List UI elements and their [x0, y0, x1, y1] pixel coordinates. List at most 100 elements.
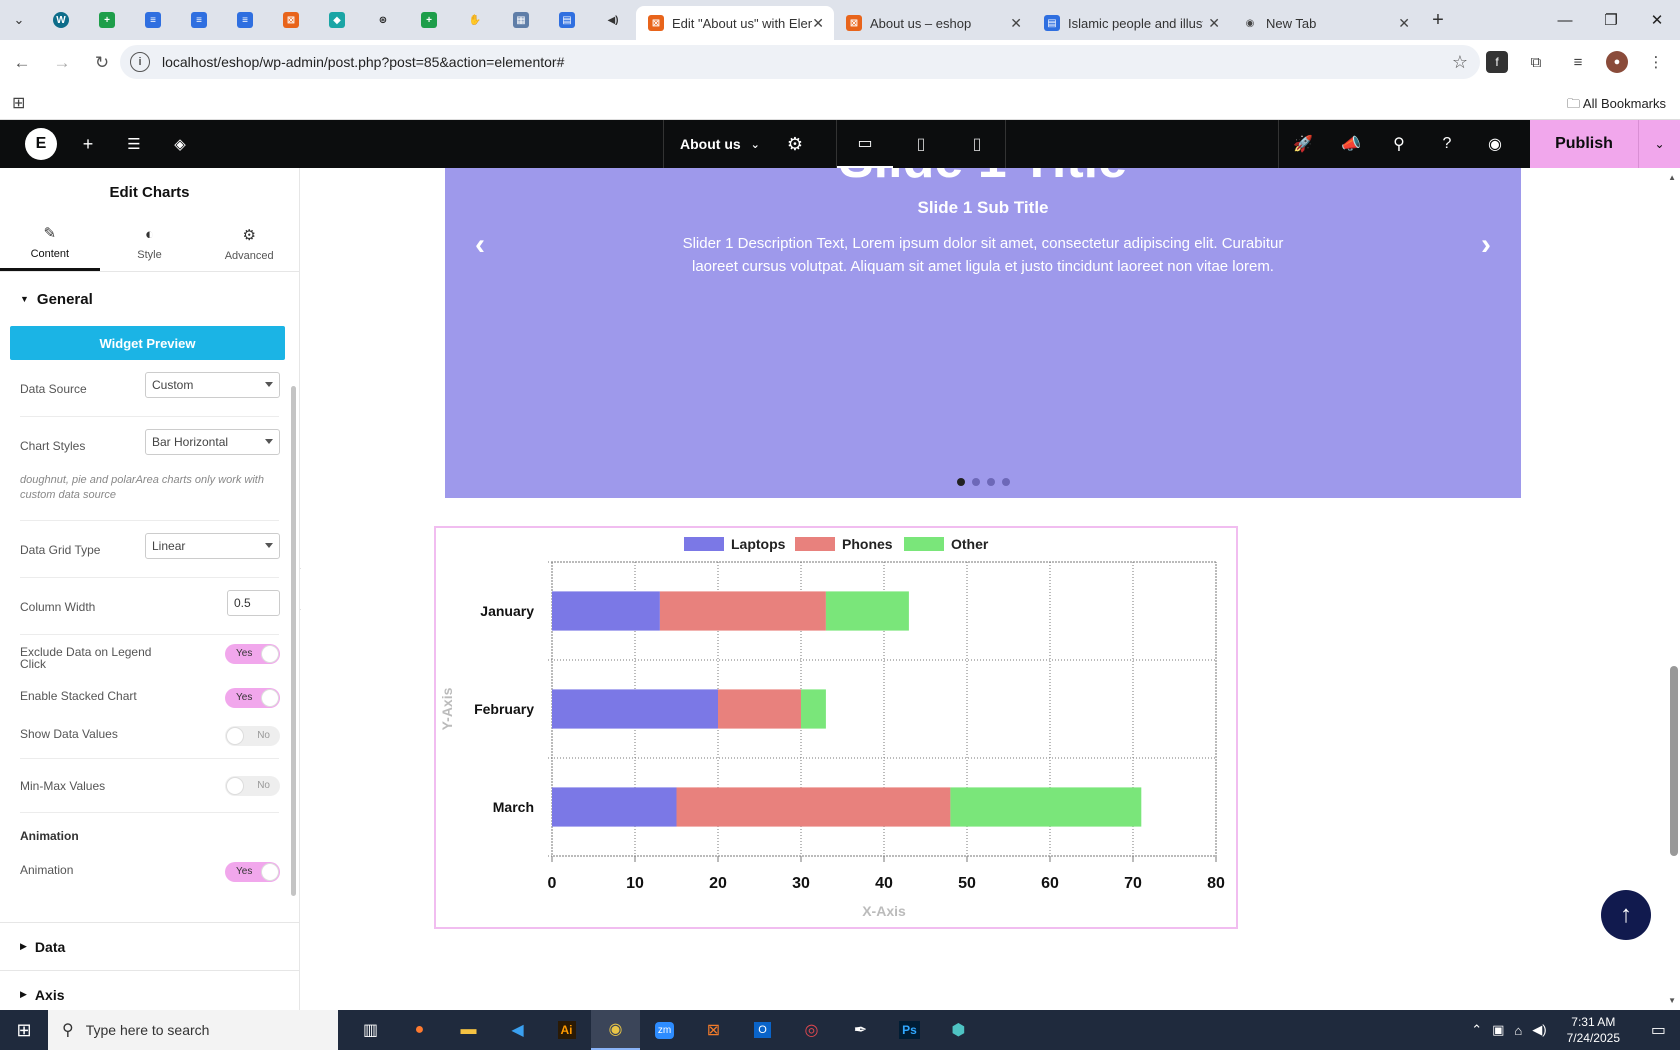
site-info-icon[interactable]: i [130, 52, 150, 72]
url-bar[interactable]: i localhost/eshop/wp-admin/post.php?post… [120, 45, 1480, 79]
data-source-select[interactable]: Custom [145, 372, 280, 398]
panel-scrollbar[interactable] [291, 386, 296, 896]
tab-islamic-people[interactable]: ▤ Islamic people and illustrations ✕ [1032, 6, 1230, 40]
pinned-tab-sheets[interactable]: + [84, 0, 130, 40]
show-values-toggle[interactable]: No [225, 726, 280, 746]
structure-layers-icon[interactable]: ◈ [168, 132, 192, 156]
chart-styles-select[interactable]: Bar Horizontal [145, 429, 280, 455]
page-settings-gear-icon[interactable]: ⚙ [783, 132, 807, 156]
volume-icon[interactable]: ◀) [1532, 1022, 1546, 1038]
app-diamond-icon[interactable]: ⬢ [934, 1010, 983, 1050]
tab-about-us[interactable]: ⊠ About us – eshop ✕ [834, 6, 1032, 40]
close-tab-icon[interactable]: ✕ [1208, 15, 1220, 32]
close-tab-icon[interactable]: ✕ [1010, 15, 1022, 32]
tab-style[interactable]: ◐ Style [100, 216, 200, 271]
pinned-tab-wordpress[interactable]: W [38, 0, 84, 40]
page-selector[interactable]: About us ⌄ [663, 120, 760, 168]
pinned-tab-audio[interactable]: ◀) [590, 0, 636, 40]
site-settings-icon[interactable]: ☰ [122, 132, 146, 156]
preview-eye-icon[interactable]: ◉ [1471, 120, 1519, 168]
forward-icon[interactable]: → [44, 45, 80, 81]
extensions-puzzle-icon[interactable]: ⧉ [1522, 48, 1550, 76]
all-bookmarks[interactable]: 🗀 All Bookmarks [1567, 95, 1666, 117]
elementor-logo-icon[interactable]: E [25, 128, 57, 160]
back-to-top-button[interactable]: ↑ [1601, 890, 1651, 940]
mobile-icon[interactable]: ▯ [949, 120, 1005, 168]
notifications-megaphone-icon[interactable]: 📣 [1327, 120, 1375, 168]
scroll-up-arrow-icon[interactable]: ▲ [1668, 173, 1676, 182]
illustrator-icon[interactable]: Ai [542, 1010, 591, 1050]
tab-search-button[interactable]: ⌄ [0, 0, 38, 40]
photoshop-icon[interactable]: Ps [885, 1010, 934, 1050]
slider-prev-arrow-icon[interactable]: ‹ [475, 228, 485, 262]
file-explorer-icon[interactable]: ▬ [444, 1010, 493, 1050]
stacked-chart-toggle[interactable]: Yes [225, 688, 280, 708]
section-general-header[interactable]: ▼ General [0, 272, 299, 326]
restore-icon[interactable]: ❐ [1588, 0, 1634, 40]
animation-toggle[interactable]: Yes [225, 862, 280, 882]
section-axis-header[interactable]: ▶ Axis [0, 970, 299, 1010]
pen-tool-icon[interactable]: ✒ [836, 1010, 885, 1050]
add-element-icon[interactable]: + [76, 132, 100, 156]
tab-advanced[interactable]: ⚙ Advanced [199, 216, 299, 271]
canvas-scrollbar[interactable] [1670, 666, 1678, 856]
rocket-icon[interactable]: 🚀 [1279, 120, 1327, 168]
profile-avatar[interactable]: ● [1606, 51, 1628, 73]
slider-dot[interactable] [1001, 478, 1010, 486]
pinned-tab-generic[interactable]: ◆ [314, 0, 360, 40]
widget-preview-button[interactable]: Widget Preview [10, 326, 285, 360]
media-control-icon[interactable]: ≡ [1564, 48, 1592, 76]
clock[interactable]: 7:31 AM 7/24/2025 [1567, 1014, 1620, 1046]
exclude-legend-toggle[interactable]: Yes [225, 644, 280, 664]
section-data-header[interactable]: ▶ Data [0, 922, 299, 970]
new-tab-button[interactable]: + [1420, 9, 1456, 32]
back-icon[interactable]: ← [4, 45, 40, 81]
slider-dot[interactable] [956, 478, 965, 486]
chrome-icon[interactable]: ◉ [591, 1010, 640, 1050]
vscode-icon[interactable]: ◀ [493, 1010, 542, 1050]
scroll-down-arrow-icon[interactable]: ▼ [1668, 996, 1676, 1005]
slider-dot[interactable] [971, 478, 980, 486]
pinned-tab-openai[interactable]: ⊛ [360, 0, 406, 40]
grid-type-select[interactable]: Linear [145, 533, 280, 559]
charts-widget[interactable]: 0 10 20 30 40 50 60 70 80 January February March X-A… [434, 526, 1238, 929]
network-icon[interactable]: ⌂ [1514, 1023, 1522, 1038]
task-view-icon[interactable]: ▥ [346, 1010, 395, 1050]
pinned-tab-docs-3[interactable]: ≡ [222, 0, 268, 40]
creative-cloud-icon[interactable]: ◎ [787, 1010, 836, 1050]
taskbar-search[interactable]: ⚲ Type here to search [48, 1010, 338, 1050]
help-icon[interactable]: ? [1423, 120, 1471, 168]
tray-app-icon[interactable]: ▣ [1492, 1022, 1504, 1038]
close-window-icon[interactable]: ✕ [1634, 0, 1680, 40]
notifications-icon[interactable]: ▭ [1651, 1020, 1666, 1040]
search-icon[interactable]: ⚲ [1375, 120, 1423, 168]
xampp-icon[interactable]: ⊠ [689, 1010, 738, 1050]
outlook-icon[interactable]: O [738, 1010, 787, 1050]
tab-elementor-edit[interactable]: ⊠ Edit "About us" with Elementor ✕ [636, 6, 834, 40]
zoom-icon[interactable]: zm [640, 1010, 689, 1050]
font-extension-icon[interactable]: f [1486, 51, 1508, 73]
tab-new-tab[interactable]: ◉ New Tab ✕ [1230, 6, 1420, 40]
pinned-tab-forms[interactable]: ▤ [544, 0, 590, 40]
pinned-tab-grid[interactable]: ▦ [498, 0, 544, 40]
chevron-up-icon[interactable]: ⌃ [1471, 1022, 1482, 1038]
close-tab-icon[interactable]: ✕ [1398, 15, 1410, 32]
pinned-tab-xampp[interactable]: ⊠ [268, 0, 314, 40]
pinned-tab-sheets-2[interactable]: + [406, 0, 452, 40]
chrome-menu-icon[interactable]: ⋮ [1642, 48, 1670, 76]
tab-content[interactable]: ✎ Content [0, 216, 100, 271]
publish-button[interactable]: Publish [1530, 120, 1638, 168]
close-tab-icon[interactable]: ✕ [812, 15, 824, 32]
pinned-tab-docs-2[interactable]: ≡ [176, 0, 222, 40]
slider-dot[interactable] [986, 478, 995, 486]
firefox-icon[interactable]: ● [395, 1010, 444, 1050]
column-width-input[interactable]: 0.5 [227, 590, 280, 616]
minimize-icon[interactable]: — [1542, 0, 1588, 40]
apps-grid-icon[interactable]: ⊞ [12, 93, 25, 113]
desktop-icon[interactable]: ▭ [837, 120, 893, 168]
pinned-tab-docs-1[interactable]: ≡ [130, 0, 176, 40]
pinned-tab-hand[interactable]: ✋ [452, 0, 498, 40]
publish-options-chevron-icon[interactable]: ⌄ [1638, 120, 1680, 168]
windows-start-icon[interactable]: ⊞ [0, 1010, 48, 1050]
slider-next-arrow-icon[interactable]: › [1481, 228, 1491, 262]
